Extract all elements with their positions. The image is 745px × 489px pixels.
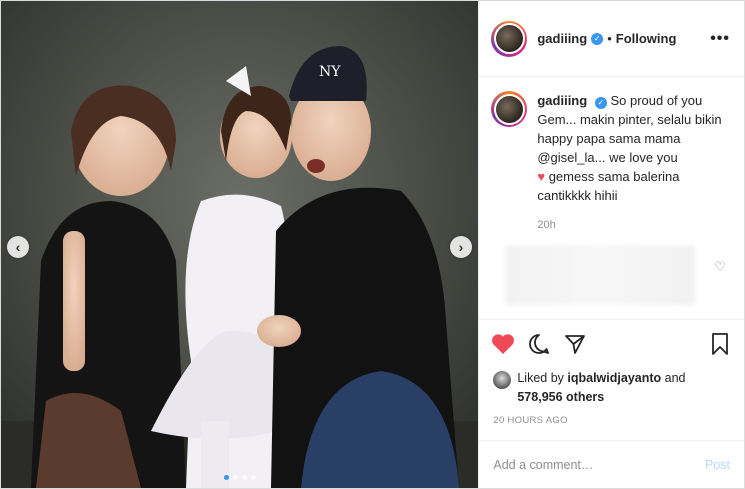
- carousel-next-button[interactable]: ›: [450, 236, 472, 258]
- caption-body-2: gemess sama balerina cantikkkk hihii: [537, 169, 680, 203]
- action-bar: [479, 319, 744, 367]
- carousel-dot[interactable]: [232, 475, 238, 480]
- carousel-prev-button[interactable]: ‹: [7, 236, 29, 258]
- carousel-dot[interactable]: [241, 475, 247, 480]
- post-media[interactable]: NY ‹ ›: [1, 1, 479, 488]
- caption: gadiiing ✓ So proud of you Gem... makin …: [491, 91, 732, 205]
- add-comment-bar: Post: [479, 440, 744, 488]
- comment-bubble-icon[interactable]: [527, 332, 551, 356]
- blurred-comment: [505, 245, 696, 305]
- post-header: gadiiing ✓ • Following •••: [479, 1, 744, 77]
- likes-summary: Liked by iqbalwidjayanto and 578,956 oth…: [479, 367, 744, 407]
- post-comment-button[interactable]: Post: [705, 458, 730, 472]
- instagram-post: NY ‹ › gadiiing ✓ • Following ••• gadiii…: [0, 0, 745, 489]
- save-bookmark-icon[interactable]: [708, 332, 732, 356]
- likes-count[interactable]: 578,956 others: [517, 390, 604, 404]
- family-photo: NY: [1, 1, 479, 488]
- more-options-icon[interactable]: •••: [710, 30, 730, 48]
- avatar[interactable]: [491, 20, 528, 57]
- caption-text: gadiiing ✓ So proud of you Gem... makin …: [537, 91, 727, 205]
- caption-username[interactable]: gadiiing: [537, 93, 587, 108]
- separator-bullet: •: [607, 31, 612, 46]
- carousel-dots: [1, 475, 478, 480]
- likes-and: and: [661, 371, 686, 385]
- comment-like-heart-icon[interactable]: ♡: [714, 259, 726, 275]
- likes-prefix: Liked by: [517, 371, 568, 385]
- caption-avatar[interactable]: [491, 91, 528, 127]
- caption-time: 20h: [537, 219, 556, 231]
- likes-text: Liked by iqbalwidjayanto and 578,956 oth…: [517, 369, 685, 407]
- like-heart-icon[interactable]: [491, 332, 515, 356]
- svg-text:NY: NY: [319, 64, 341, 80]
- verified-badge-icon: ✓: [594, 96, 607, 109]
- post-side-panel: gadiiing ✓ • Following ••• gadiiing ✓ So…: [478, 1, 744, 488]
- liker-avatar[interactable]: [493, 371, 512, 389]
- post-timestamp: 20 HOURS AGO: [493, 415, 568, 426]
- comments-area: gadiiing ✓ So proud of you Gem... makin …: [479, 77, 744, 319]
- comment-input[interactable]: [493, 457, 705, 472]
- verified-badge-icon: ✓: [591, 32, 604, 45]
- liker-username[interactable]: iqbalwidjayanto: [567, 371, 661, 385]
- carousel-dot[interactable]: [250, 475, 256, 480]
- red-heart-emoji-icon: ♥: [537, 169, 546, 184]
- carousel-dot[interactable]: [223, 475, 229, 480]
- post-username[interactable]: gadiiing: [537, 31, 587, 46]
- following-button[interactable]: Following: [616, 31, 677, 46]
- share-send-icon[interactable]: [563, 332, 587, 356]
